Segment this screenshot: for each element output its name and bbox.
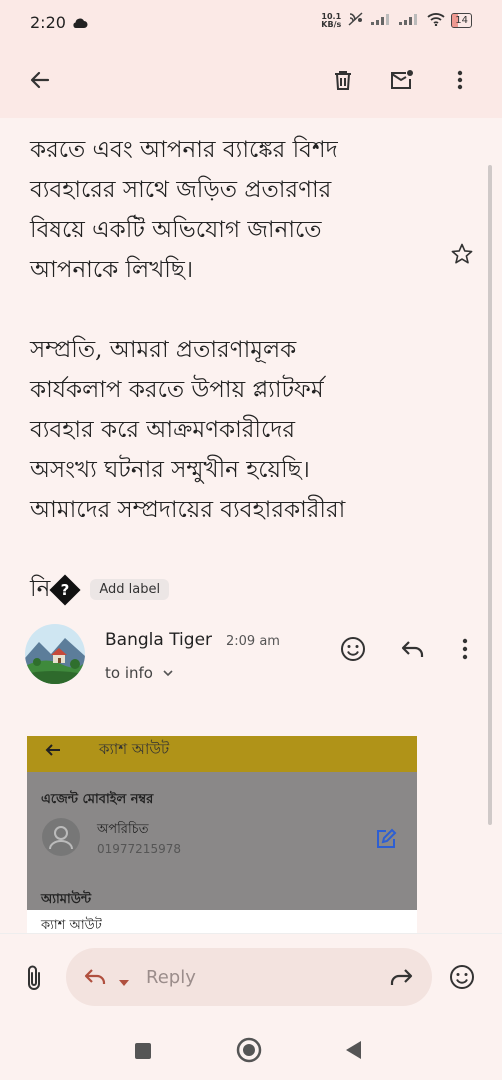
replacement-char: ?: [60, 580, 70, 599]
contact-avatar: [42, 818, 80, 856]
battery-indicator: 14: [451, 13, 472, 28]
email-content: করতে এবং আপনার ব্যাঙ্কের বিশদ ব্যবহারের …: [0, 118, 502, 933]
edit-icon: [375, 828, 397, 854]
chevron-down-icon: [163, 670, 173, 677]
arrow-left-icon[interactable]: [28, 68, 52, 96]
truncated-text: নি: [30, 576, 51, 602]
email-body-text: করতে এবং আপনার ব্যাঙ্কের বিশদ ব্যবহারের …: [30, 137, 346, 523]
reply-mode-icon[interactable]: [84, 967, 108, 991]
signal-1-icon: [371, 13, 393, 28]
forward-icon[interactable]: [388, 966, 414, 992]
message-more-icon[interactable]: [453, 636, 477, 666]
emoji-reaction-icon[interactable]: [340, 636, 366, 666]
sender-row[interactable]: Bangla Tiger 2:09 am to info: [0, 624, 502, 694]
reply-field[interactable]: Reply: [66, 948, 432, 1006]
wifi-icon: [427, 12, 445, 29]
battery-level: 14: [455, 15, 468, 26]
app-bar: [0, 46, 502, 118]
mail-unread-icon[interactable]: [389, 68, 415, 96]
status-bar: 2:20 10.1 KB/s 14: [0, 0, 502, 46]
emoji-icon[interactable]: [449, 964, 475, 994]
signal-2-icon: [399, 13, 421, 28]
attachment-clip-icon[interactable]: [24, 964, 44, 996]
sender-name: Bangla Tiger: [105, 630, 213, 650]
trash-icon[interactable]: [331, 68, 355, 96]
attachment-title: ক্যাশ আউট: [99, 740, 170, 758]
star-icon[interactable]: [450, 242, 474, 270]
reply-icon[interactable]: [400, 638, 426, 664]
recents-icon[interactable]: [133, 1041, 153, 1065]
truncated-line: নি ? Add label: [30, 570, 170, 609]
status-icons: 10.1 KB/s 14: [321, 12, 472, 29]
sender-time: 2:09 am: [226, 634, 280, 649]
net-speed: 10.1 KB/s: [321, 12, 342, 29]
scrollbar[interactable]: [488, 165, 492, 825]
recipient-label: to info: [105, 664, 153, 682]
caret-down-icon[interactable]: [118, 972, 130, 991]
more-vert-icon[interactable]: [448, 68, 472, 96]
reply-bar: Reply: [0, 933, 502, 1024]
inline-image-attachment[interactable]: ক্যাশ আউট এজেন্ট মোবাইল নম্বর অপরিচিত 01…: [27, 736, 417, 933]
arrow-left-icon: [45, 744, 60, 756]
net-speed-unit: KB/s: [321, 19, 342, 29]
contact-name: অপরিচিত: [97, 822, 149, 837]
recipient-toggle[interactable]: to info: [105, 664, 174, 682]
avatar[interactable]: [25, 624, 85, 684]
cloud-icon: [72, 14, 88, 33]
system-navigation-bar: [0, 1023, 502, 1080]
replacement-char-icon: ?: [49, 573, 81, 606]
reply-placeholder: Reply: [146, 967, 196, 988]
wifi-calling-icon: [347, 12, 365, 29]
add-label-button[interactable]: Add label: [90, 579, 170, 600]
home-icon[interactable]: [236, 1037, 262, 1067]
agent-number-heading: এজেন্ট মোবাইল নম্বর: [41, 792, 154, 807]
status-time: 2:20: [30, 13, 66, 32]
back-nav-icon[interactable]: [343, 1039, 365, 1065]
attachment-header: ক্যাশ আউট: [27, 736, 417, 772]
cash-out-label: ক্যাশ আউট: [41, 918, 102, 933]
amount-heading: অ্যামাউন্ট: [41, 892, 92, 907]
contact-number: 01977215978: [97, 842, 181, 856]
